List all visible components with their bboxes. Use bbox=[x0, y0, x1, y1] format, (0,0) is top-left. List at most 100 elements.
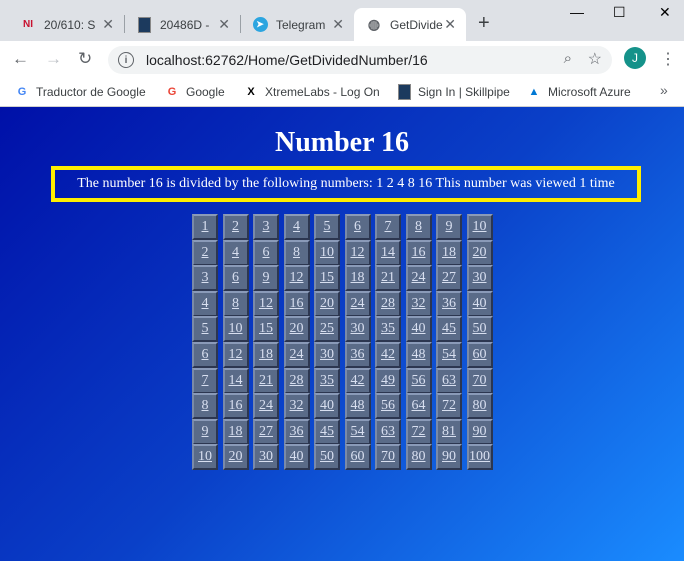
grid-number-link[interactable]: 30 bbox=[344, 316, 371, 343]
grid-number-link[interactable]: 36 bbox=[283, 418, 310, 445]
tab-getdivided[interactable]: ◍ GetDivide ✕ bbox=[354, 8, 466, 41]
bookmark-xtremelabs[interactable]: X XtremeLabs - Log On bbox=[243, 84, 379, 100]
grid-number-link[interactable]: 40 bbox=[283, 444, 310, 471]
grid-number-link[interactable]: 45 bbox=[436, 316, 462, 343]
grid-number-link[interactable]: 4 bbox=[283, 214, 310, 240]
grid-number-link[interactable]: 18 bbox=[436, 239, 462, 266]
grid-number-link[interactable]: 10 bbox=[314, 239, 340, 266]
grid-number-link[interactable]: 27 bbox=[253, 418, 279, 445]
grid-number-link[interactable]: 54 bbox=[436, 342, 462, 368]
grid-number-link[interactable]: 40 bbox=[405, 316, 432, 343]
grid-number-link[interactable]: 16 bbox=[283, 290, 310, 317]
grid-number-link[interactable]: 72 bbox=[405, 418, 432, 445]
grid-number-link[interactable]: 20 bbox=[283, 316, 310, 343]
grid-number-link[interactable]: 100 bbox=[466, 444, 493, 471]
grid-number-link[interactable]: 21 bbox=[375, 265, 401, 292]
grid-number-link[interactable]: 72 bbox=[436, 393, 462, 420]
address-bar[interactable]: i localhost:62762/Home/GetDividedNumber/… bbox=[108, 46, 612, 74]
grid-number-link[interactable]: 10 bbox=[192, 444, 218, 471]
bookmarks-more-button[interactable]: » bbox=[660, 82, 668, 98]
grid-number-link[interactable]: 20 bbox=[466, 239, 493, 266]
grid-number-link[interactable]: 36 bbox=[344, 342, 371, 368]
grid-number-link[interactable]: 30 bbox=[253, 444, 279, 471]
grid-number-link[interactable]: 49 bbox=[375, 367, 401, 394]
back-button[interactable]: ← bbox=[12, 49, 29, 69]
grid-number-link[interactable]: 60 bbox=[466, 342, 493, 368]
grid-number-link[interactable]: 27 bbox=[436, 265, 462, 292]
grid-number-link[interactable]: 12 bbox=[283, 265, 310, 292]
grid-number-link[interactable]: 14 bbox=[222, 367, 249, 394]
grid-number-link[interactable]: 12 bbox=[344, 239, 371, 266]
grid-number-link[interactable]: 21 bbox=[253, 367, 279, 394]
grid-number-link[interactable]: 18 bbox=[253, 342, 279, 368]
grid-number-link[interactable]: 3 bbox=[192, 265, 218, 292]
grid-number-link[interactable]: 9 bbox=[436, 214, 462, 240]
grid-number-link[interactable]: 60 bbox=[344, 444, 371, 471]
grid-number-link[interactable]: 8 bbox=[222, 290, 249, 317]
bookmark-skillpipe[interactable]: Sign In | Skillpipe bbox=[396, 84, 510, 100]
grid-number-link[interactable]: 14 bbox=[375, 239, 401, 266]
grid-number-link[interactable]: 4 bbox=[192, 290, 218, 317]
grid-number-link[interactable]: 30 bbox=[466, 265, 493, 292]
grid-number-link[interactable]: 6 bbox=[222, 265, 249, 292]
grid-number-link[interactable]: 70 bbox=[375, 444, 401, 471]
maximize-button[interactable]: ☐ bbox=[613, 4, 626, 21]
star-icon[interactable]: ☆ bbox=[588, 49, 602, 69]
grid-number-link[interactable]: 6 bbox=[253, 239, 279, 266]
grid-number-link[interactable]: 50 bbox=[466, 316, 493, 343]
grid-number-link[interactable]: 35 bbox=[375, 316, 401, 343]
grid-number-link[interactable]: 35 bbox=[314, 367, 340, 394]
grid-number-link[interactable]: 16 bbox=[405, 239, 432, 266]
grid-number-link[interactable]: 4 bbox=[222, 239, 249, 266]
grid-number-link[interactable]: 40 bbox=[466, 290, 493, 317]
grid-number-link[interactable]: 45 bbox=[314, 418, 340, 445]
grid-number-link[interactable]: 42 bbox=[344, 367, 371, 394]
tab-telegram[interactable]: ➤ Telegram ✕ bbox=[240, 8, 354, 41]
grid-number-link[interactable]: 7 bbox=[192, 367, 218, 394]
grid-number-link[interactable]: 90 bbox=[466, 418, 493, 445]
grid-number-link[interactable]: 9 bbox=[253, 265, 279, 292]
bookmark-traductor[interactable]: G Traductor de Google bbox=[14, 84, 146, 100]
grid-number-link[interactable]: 63 bbox=[436, 367, 462, 394]
close-window-button[interactable]: ✕ bbox=[659, 4, 671, 21]
grid-number-link[interactable]: 3 bbox=[253, 214, 279, 240]
grid-number-link[interactable]: 42 bbox=[375, 342, 401, 368]
grid-number-link[interactable]: 6 bbox=[192, 342, 218, 368]
bookmark-azure[interactable]: ▲ Microsoft Azure bbox=[526, 84, 631, 100]
grid-number-link[interactable]: 12 bbox=[222, 342, 249, 368]
zoom-icon[interactable]: ⌕ bbox=[564, 50, 572, 67]
close-icon[interactable]: ✕ bbox=[332, 16, 344, 33]
grid-number-link[interactable]: 2 bbox=[192, 239, 218, 266]
grid-number-link[interactable]: 64 bbox=[405, 393, 432, 420]
grid-number-link[interactable]: 9 bbox=[192, 418, 218, 445]
grid-number-link[interactable]: 32 bbox=[405, 290, 432, 317]
grid-number-link[interactable]: 6 bbox=[344, 214, 371, 240]
grid-number-link[interactable]: 56 bbox=[375, 393, 401, 420]
grid-number-link[interactable]: 48 bbox=[344, 393, 371, 420]
close-icon[interactable]: ✕ bbox=[218, 16, 230, 33]
grid-number-link[interactable]: 80 bbox=[466, 393, 493, 420]
grid-number-link[interactable]: 1 bbox=[192, 214, 218, 240]
info-icon[interactable]: i bbox=[118, 52, 134, 68]
menu-icon[interactable]: ⋮ bbox=[660, 49, 676, 69]
grid-number-link[interactable]: 25 bbox=[314, 316, 340, 343]
bookmark-google[interactable]: G Google bbox=[164, 84, 225, 100]
grid-number-link[interactable]: 40 bbox=[314, 393, 340, 420]
grid-number-link[interactable]: 10 bbox=[466, 214, 493, 240]
grid-number-link[interactable]: 5 bbox=[314, 214, 340, 240]
grid-number-link[interactable]: 24 bbox=[344, 290, 371, 317]
grid-number-link[interactable]: 36 bbox=[436, 290, 462, 317]
grid-number-link[interactable]: 2 bbox=[222, 214, 249, 240]
avatar[interactable]: J bbox=[624, 47, 646, 69]
grid-number-link[interactable]: 80 bbox=[405, 444, 432, 471]
close-icon[interactable]: ✕ bbox=[444, 16, 456, 33]
grid-number-link[interactable]: 56 bbox=[405, 367, 432, 394]
grid-number-link[interactable]: 70 bbox=[466, 367, 493, 394]
grid-number-link[interactable]: 30 bbox=[314, 342, 340, 368]
grid-number-link[interactable]: 18 bbox=[344, 265, 371, 292]
grid-number-link[interactable]: 5 bbox=[192, 316, 218, 343]
tab-20486d[interactable]: 20486D - ✕ bbox=[124, 8, 240, 41]
grid-number-link[interactable]: 24 bbox=[283, 342, 310, 368]
grid-number-link[interactable]: 7 bbox=[375, 214, 401, 240]
grid-number-link[interactable]: 50 bbox=[314, 444, 340, 471]
